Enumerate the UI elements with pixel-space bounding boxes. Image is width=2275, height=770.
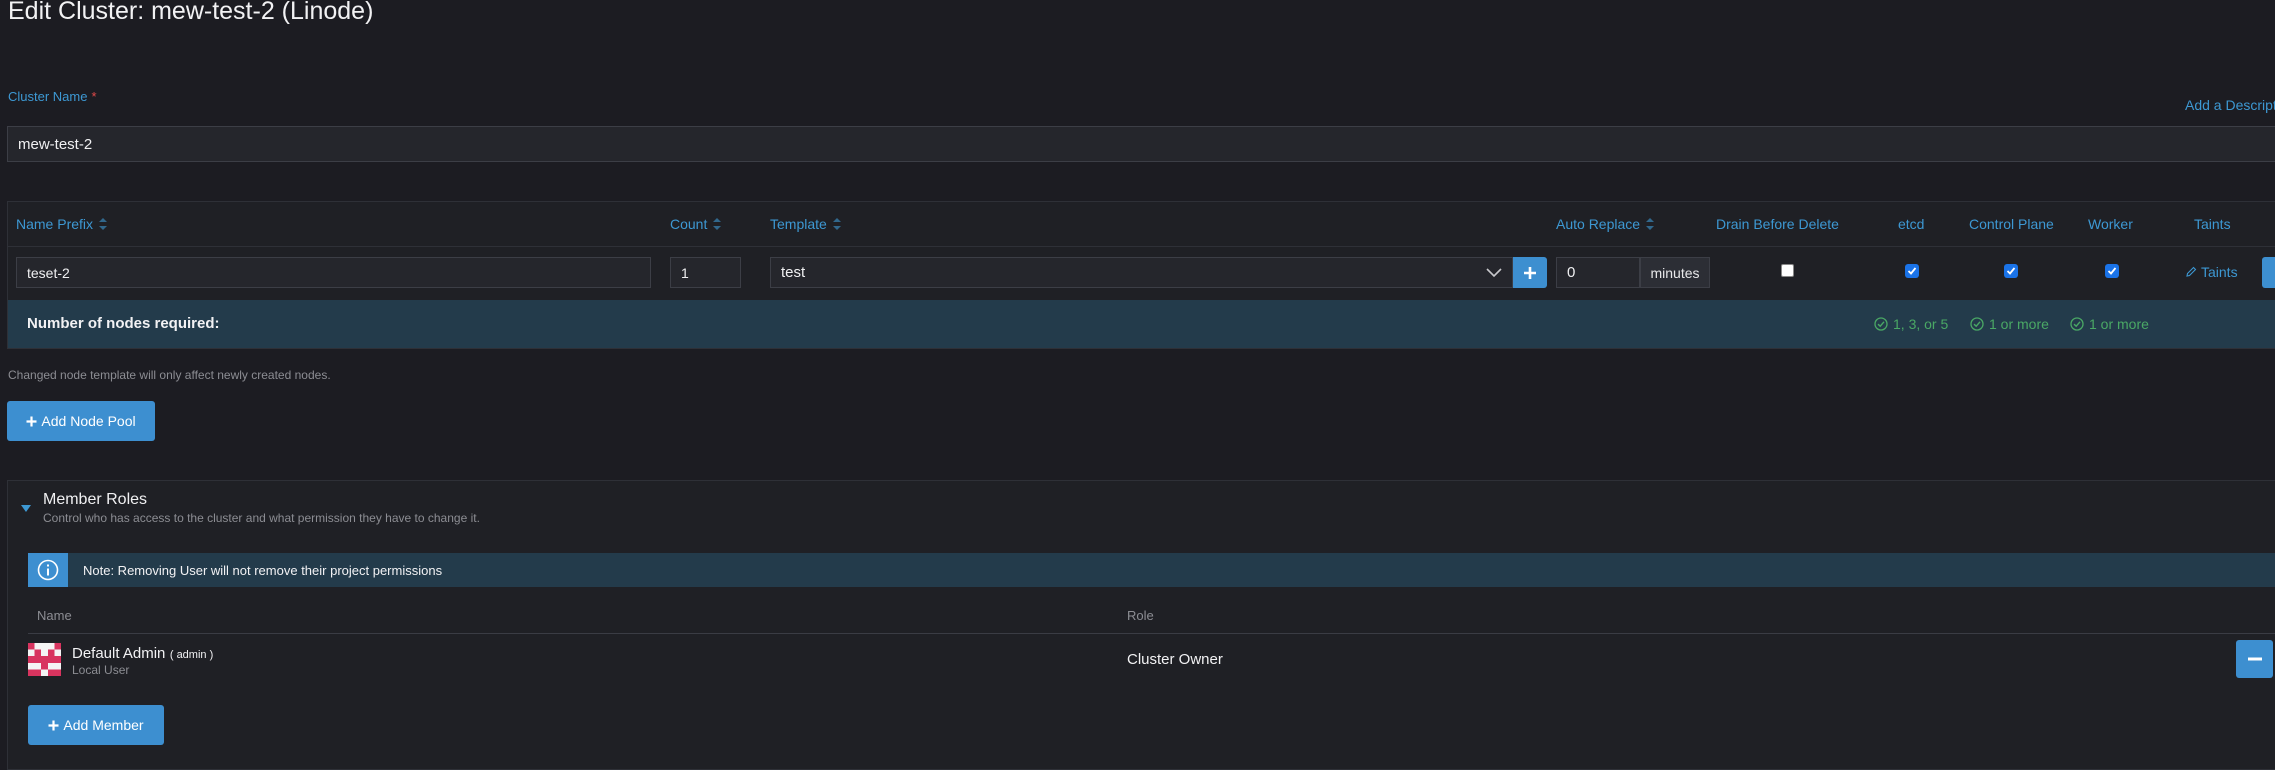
- column-header-template-label: Template: [770, 216, 827, 232]
- etcd-requirement-text: 1, 3, or 5: [1893, 316, 1949, 332]
- identicon-icon: [28, 643, 61, 676]
- add-node-pool-label: Add Node Pool: [41, 413, 136, 429]
- info-icon: [37, 559, 59, 581]
- member-role: Cluster Owner: [1127, 651, 1223, 668]
- minus-icon: [2247, 657, 2262, 661]
- drain-before-delete-checkbox[interactable]: [1781, 264, 1794, 277]
- member-roles-collapse-toggle[interactable]: [20, 500, 34, 512]
- member-source: Local User: [72, 663, 130, 677]
- page-title: Edit Cluster: mew-test-2 (Linode): [8, 0, 374, 25]
- cluster-name-input[interactable]: mew-test-2: [7, 126, 2275, 162]
- add-template-button[interactable]: [1513, 257, 1547, 288]
- add-member-label: Add Member: [63, 717, 144, 733]
- count-input[interactable]: 1: [670, 257, 741, 288]
- sort-icon: [713, 218, 722, 230]
- plus-icon: [26, 416, 37, 426]
- add-member-button[interactable]: Add Member: [28, 705, 164, 745]
- column-header-template[interactable]: Template: [770, 216, 841, 232]
- checkmark-icon: [2006, 267, 2016, 275]
- avatar: [28, 643, 61, 676]
- required-marker: *: [91, 89, 97, 104]
- name-prefix-input[interactable]: teset-2: [16, 257, 651, 288]
- worker-requirement-text: 1 or more: [2089, 316, 2149, 332]
- sort-icon: [1646, 218, 1655, 230]
- chevron-down-icon: [1486, 267, 1502, 277]
- column-header-count[interactable]: Count: [670, 216, 722, 232]
- cluster-name-label-text: Cluster Name: [8, 89, 88, 104]
- column-header-etcd: etcd: [1898, 216, 1925, 232]
- taints-edit-link[interactable]: Taints: [2185, 264, 2238, 280]
- sort-icon: [99, 218, 108, 230]
- add-node-pool-button[interactable]: Add Node Pool: [7, 401, 155, 441]
- checkmark-icon: [1907, 267, 1917, 275]
- sort-icon: [832, 218, 841, 230]
- column-header-drain: Drain Before Delete: [1716, 216, 1839, 232]
- check-circle-icon: [2070, 317, 2084, 331]
- plus-icon: [1524, 266, 1536, 279]
- column-header-control-plane: Control Plane: [1969, 216, 2054, 232]
- column-header-name-prefix-label: Name Prefix: [16, 216, 94, 232]
- auto-replace-unit: minutes: [1640, 257, 1710, 288]
- add-description-link[interactable]: Add a Descript: [2185, 97, 2275, 113]
- info-banner-icon-box: [28, 553, 68, 587]
- pencil-icon: [2186, 266, 2197, 277]
- worker-requirement: 1 or more: [2070, 316, 2149, 332]
- etcd-requirement: 1, 3, or 5: [1874, 316, 1948, 332]
- worker-checkbox[interactable]: [2105, 264, 2119, 278]
- column-header-auto-replace[interactable]: Auto Replace: [1556, 216, 1655, 232]
- members-header-divider: [28, 633, 2275, 634]
- member-name: Default Admin ( admin ): [72, 645, 213, 663]
- etcd-checkbox[interactable]: [1905, 264, 1919, 278]
- checkmark-icon: [2107, 267, 2117, 275]
- control-plane-checkbox[interactable]: [2004, 264, 2018, 278]
- control-plane-requirement: 1 or more: [1970, 316, 2049, 332]
- column-header-taints: Taints: [2194, 216, 2231, 232]
- plus-icon: [48, 720, 59, 730]
- taints-edit-label: Taints: [2201, 264, 2238, 280]
- cluster-name-label: Cluster Name *: [8, 89, 97, 104]
- template-select[interactable]: test: [770, 257, 1513, 288]
- remove-node-pool-button[interactable]: [2262, 257, 2275, 288]
- member-roles-title: Member Roles: [43, 491, 148, 508]
- node-pool-header-divider: [8, 246, 2275, 247]
- member-display-name: Default Admin: [72, 645, 166, 662]
- template-select-value: test: [781, 264, 806, 281]
- check-circle-icon: [1874, 317, 1888, 331]
- column-header-count-label: Count: [670, 216, 708, 232]
- column-header-name-prefix[interactable]: Name Prefix: [16, 216, 108, 232]
- member-username: ( admin ): [169, 649, 214, 661]
- template-change-note: Changed node template will only affect n…: [8, 368, 331, 382]
- auto-replace-input[interactable]: 0: [1556, 257, 1640, 288]
- members-column-header-role: Role: [1127, 608, 1154, 623]
- check-circle-icon: [1970, 317, 1984, 331]
- info-banner-text: Note: Removing User will not remove thei…: [83, 563, 443, 578]
- caret-down-icon: [21, 505, 31, 512]
- column-header-worker: Worker: [2088, 216, 2133, 232]
- column-header-auto-replace-label: Auto Replace: [1556, 216, 1641, 232]
- remove-member-button[interactable]: [2236, 640, 2273, 678]
- control-plane-requirement-text: 1 or more: [1989, 316, 2049, 332]
- member-roles-subtitle: Control who has access to the cluster an…: [43, 511, 480, 525]
- nodes-required-label: Number of nodes required:: [27, 315, 220, 332]
- members-column-header-name: Name: [37, 608, 72, 623]
